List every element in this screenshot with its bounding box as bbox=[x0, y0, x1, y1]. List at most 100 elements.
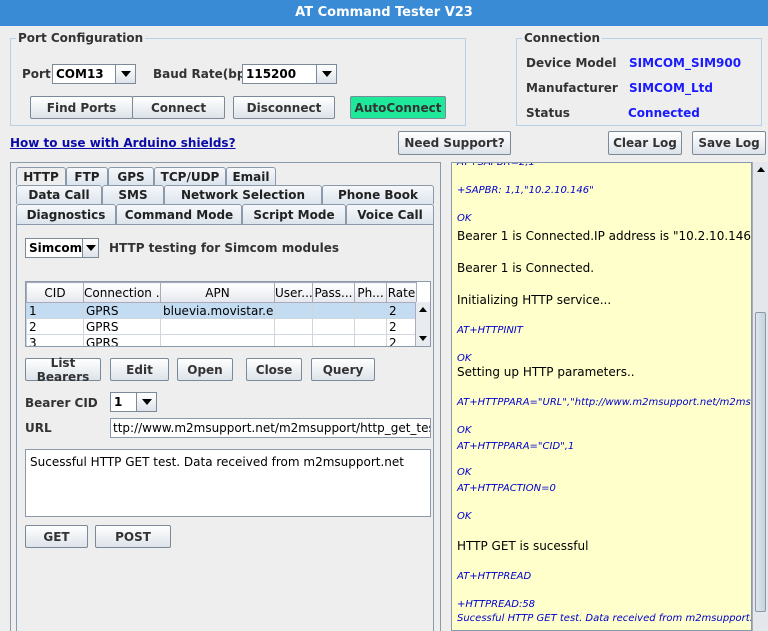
col-pass[interactable]: Pass... bbox=[312, 282, 355, 303]
log-command-line: AT+HTTPREAD bbox=[457, 571, 532, 582]
table-cell bbox=[160, 318, 275, 335]
log-command-line: +HTTPREAD:58 bbox=[457, 599, 536, 610]
arrow-up-icon[interactable] bbox=[419, 307, 427, 312]
col-apn[interactable]: APN bbox=[160, 282, 275, 303]
tab-ftp[interactable]: FTP bbox=[66, 167, 108, 185]
log-command-line: OK bbox=[457, 353, 472, 364]
clear-log-button[interactable]: Clear Log bbox=[608, 131, 682, 155]
table-row[interactable]: 1 GPRS bluevia.movistar.es 2 bbox=[26, 302, 417, 319]
log-command-line: OK bbox=[457, 467, 472, 478]
log-message-line: Setting up HTTP parameters.. bbox=[457, 365, 635, 379]
tab-voice-call[interactable]: Voice Call bbox=[346, 204, 434, 224]
table-cell: bluevia.movistar.es bbox=[160, 302, 275, 319]
col-cid[interactable]: CID bbox=[26, 282, 84, 303]
chevron-down-icon bbox=[115, 65, 135, 83]
log-message-line: Bearer 1 is Connected.IP address is "10.… bbox=[457, 229, 752, 243]
close-button[interactable]: Close bbox=[246, 358, 302, 381]
chevron-down-icon bbox=[316, 65, 336, 83]
table-cell: 3 bbox=[26, 334, 84, 346]
tab-diagnostics[interactable]: Diagnostics bbox=[16, 204, 116, 224]
query-button[interactable]: Query bbox=[311, 358, 375, 381]
table-cell: 2 bbox=[26, 318, 84, 335]
table-row[interactable]: 3 GPRS 2 bbox=[26, 334, 417, 346]
col-connection[interactable]: Connection ... bbox=[83, 282, 161, 303]
tab-command-mode[interactable]: Command Mode bbox=[116, 204, 242, 224]
table-cell: 2 bbox=[386, 302, 417, 319]
log-command-line: OK bbox=[457, 213, 472, 224]
status-value: Connected bbox=[628, 106, 700, 120]
window-title: AT Command Tester V23 bbox=[0, 0, 768, 26]
chevron-down-icon bbox=[136, 393, 156, 411]
baud-select[interactable]: 115200 bbox=[242, 64, 337, 84]
list-bearers-button[interactable]: List Bearers bbox=[25, 356, 101, 384]
find-ports-button[interactable]: Find Ports bbox=[30, 96, 133, 119]
log-command-line: OK bbox=[457, 425, 472, 436]
tab-phone-book[interactable]: Phone Book bbox=[322, 185, 434, 204]
table-cell: 2 bbox=[386, 318, 417, 335]
log-command-line: AT+HTTPPARA="CID",1 bbox=[457, 441, 575, 452]
post-button[interactable]: POST bbox=[95, 525, 171, 548]
table-cell: 2 bbox=[386, 334, 417, 346]
bearer-cid-select[interactable]: 1 bbox=[110, 392, 157, 412]
http-output-text: Sucessful HTTP GET test. Data received f… bbox=[30, 455, 404, 469]
tab-data-call[interactable]: Data Call bbox=[16, 185, 102, 204]
disconnect-button[interactable]: Disconnect bbox=[233, 96, 335, 119]
get-button[interactable]: GET bbox=[25, 525, 88, 548]
log-panel[interactable]: AT+SAPBR=2,1 +SAPBR: 1,1,"10.2.10.146" OK B… bbox=[451, 162, 752, 631]
bearer-cid-value: 1 bbox=[114, 395, 123, 409]
bearer-table[interactable]: CID Connection ... APN User... Pass... P… bbox=[25, 281, 431, 347]
table-cell bbox=[312, 318, 355, 335]
table-cell bbox=[312, 334, 355, 346]
tab-gps[interactable]: GPS bbox=[108, 167, 154, 185]
table-cell bbox=[274, 302, 313, 319]
tab-network-selection[interactable]: Network Selection bbox=[164, 185, 322, 204]
log-message-line: Bearer 1 is Connected. bbox=[457, 261, 595, 275]
table-row[interactable]: 2 GPRS 2 bbox=[26, 318, 417, 335]
url-input[interactable]: ttp://www.m2msupport.net/m2msupport/http… bbox=[110, 418, 431, 438]
need-support-button[interactable]: Need Support? bbox=[398, 131, 511, 155]
log-command-line: +SAPBR: 1,1,"10.2.10.146" bbox=[457, 185, 594, 196]
connect-button[interactable]: Connect bbox=[132, 96, 225, 119]
log-command-line: AT+HTTPPARA="URL","http://www.m2msupport… bbox=[457, 397, 752, 408]
status-label: Status bbox=[526, 106, 570, 120]
port-select[interactable]: COM13 bbox=[52, 64, 136, 84]
table-cell: GPRS bbox=[83, 334, 161, 346]
table-cell: GPRS bbox=[83, 302, 161, 319]
open-button[interactable]: Open bbox=[177, 358, 233, 381]
module-value: Simcom bbox=[29, 241, 83, 255]
log-command-line: Sucessful HTTP GET test. Data received f… bbox=[457, 613, 752, 624]
col-rate[interactable]: Rate bbox=[386, 282, 417, 303]
port-value: COM13 bbox=[56, 67, 104, 81]
bearer-cid-label: Bearer CID bbox=[25, 396, 98, 410]
table-cell bbox=[354, 334, 387, 346]
log-scroll-thumb[interactable] bbox=[755, 312, 766, 612]
tab-sms[interactable]: SMS bbox=[102, 185, 164, 204]
col-phone[interactable]: Ph... bbox=[354, 282, 387, 303]
col-user[interactable]: User... bbox=[274, 282, 313, 303]
module-description: HTTP testing for Simcom modules bbox=[109, 241, 339, 255]
tab-http[interactable]: HTTP bbox=[16, 167, 66, 185]
tab-tcp-udp[interactable]: TCP/UDP bbox=[154, 167, 226, 185]
connection-title: Connection bbox=[522, 31, 603, 45]
manufacturer-label: Manufacturer bbox=[526, 81, 618, 95]
baud-value: 115200 bbox=[246, 67, 297, 81]
log-message-line: HTTP GET is sucessful bbox=[457, 539, 589, 553]
tab-email[interactable]: Email bbox=[226, 167, 276, 185]
arrow-up-icon[interactable] bbox=[755, 164, 766, 175]
tab-script-mode[interactable]: Script Mode bbox=[242, 204, 346, 224]
manufacturer-value: SIMCOM_Ltd bbox=[629, 81, 713, 95]
module-select[interactable]: Simcom bbox=[25, 238, 99, 258]
http-output-area[interactable]: Sucessful HTTP GET test. Data received f… bbox=[25, 449, 431, 517]
arduino-help-link[interactable]: How to use with Arduino shields? bbox=[10, 136, 236, 150]
table-scrollbar[interactable] bbox=[415, 302, 430, 346]
arrow-down-icon[interactable] bbox=[419, 336, 427, 341]
table-cell bbox=[354, 318, 387, 335]
save-log-button[interactable]: Save Log bbox=[692, 131, 766, 155]
table-cell bbox=[160, 334, 275, 346]
log-scrollbar[interactable] bbox=[752, 162, 768, 631]
log-command-line: AT+HTTPACTION=0 bbox=[457, 483, 556, 494]
table-cell bbox=[354, 302, 387, 319]
table-cell bbox=[312, 302, 355, 319]
edit-button[interactable]: Edit bbox=[110, 358, 169, 381]
autoconnect-button[interactable]: AutoConnect bbox=[350, 96, 446, 119]
